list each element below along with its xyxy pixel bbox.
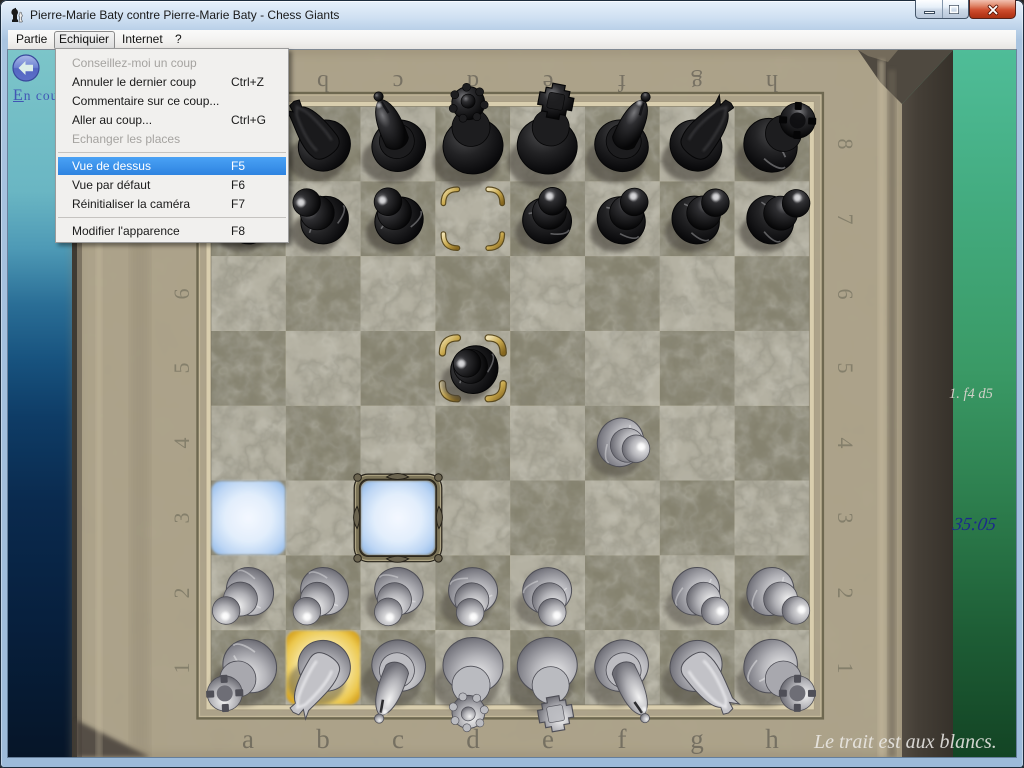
svg-text:c: c <box>393 69 404 95</box>
svg-text:3: 3 <box>169 513 194 524</box>
svg-text:h: h <box>765 724 779 754</box>
svg-text:2: 2 <box>833 588 858 599</box>
svg-text:2: 2 <box>169 588 194 599</box>
svg-text:c: c <box>392 724 404 754</box>
svg-text:3: 3 <box>833 513 858 524</box>
svg-text:6: 6 <box>169 289 194 300</box>
svg-text:5: 5 <box>169 363 194 374</box>
svg-text:1: 1 <box>169 663 194 674</box>
svg-text:g: g <box>691 69 703 95</box>
svg-text:7: 7 <box>833 214 858 225</box>
svg-text:h: h <box>766 69 778 95</box>
svg-text:1. f4 d5: 1. f4 d5 <box>949 386 993 402</box>
svg-text:f: f <box>618 724 627 754</box>
svg-text:8: 8 <box>833 139 858 150</box>
svg-text:b: b <box>316 724 330 754</box>
svg-text:5: 5 <box>833 363 858 374</box>
svg-text:f: f <box>618 69 626 95</box>
svg-text:35:05: 35:05 <box>950 514 998 535</box>
svg-text:Le trait est aux blancs.: Le trait est aux blancs. <box>813 731 997 753</box>
svg-text:4: 4 <box>833 438 858 449</box>
svg-text:1: 1 <box>833 663 858 674</box>
svg-text:4: 4 <box>169 438 194 449</box>
svg-text:b: b <box>317 69 329 95</box>
svg-text:a: a <box>242 724 254 754</box>
svg-text:g: g <box>690 724 704 754</box>
svg-text:6: 6 <box>833 289 858 300</box>
